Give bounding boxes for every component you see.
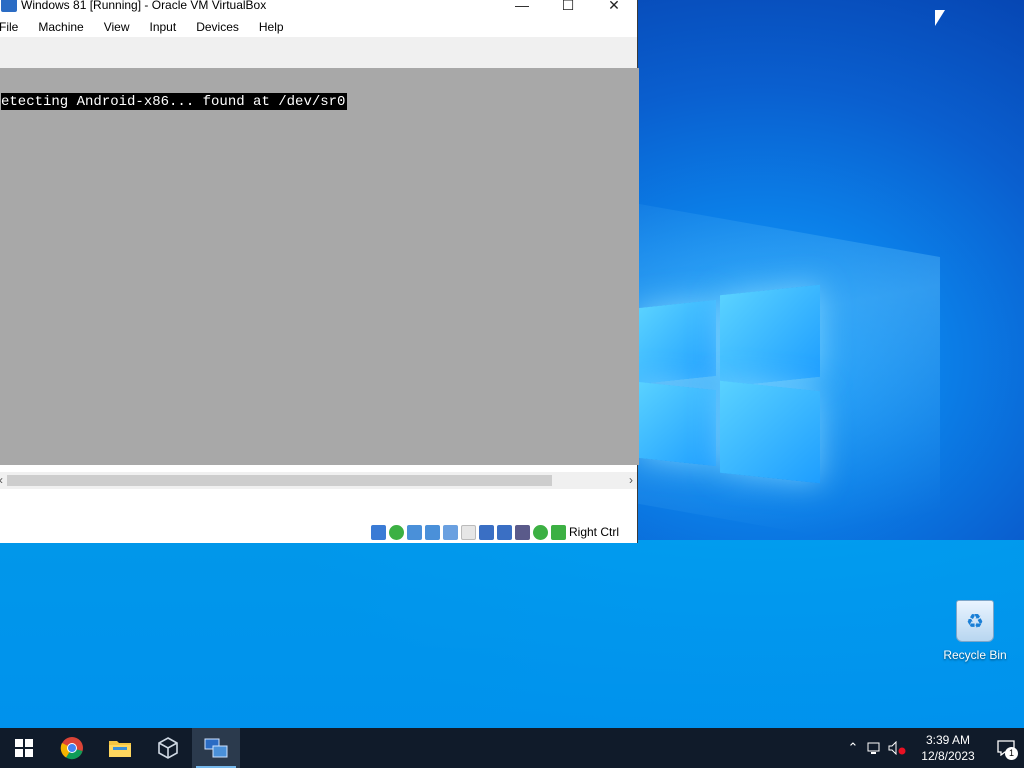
console-text: etecting Android-x86... found at /dev/sr… [1,93,348,110]
mouse-integration-icon[interactable] [532,524,548,540]
menu-bar: File Machine View Input Devices Help [0,17,637,37]
vm-window-icon [204,738,228,758]
menu-file[interactable]: File [0,20,28,34]
cpu-icon[interactable] [514,524,530,540]
scrollbar-thumb[interactable] [7,475,552,486]
scroll-left-icon[interactable]: ‹ [0,472,7,489]
recording-icon[interactable] [496,524,512,540]
horizontal-scrollbar[interactable]: ‹ › [0,472,637,489]
menu-view[interactable]: View [94,20,140,34]
taskbar-file-explorer[interactable] [96,728,144,768]
optical-drive-icon[interactable] [388,524,404,540]
vm-status-bar: Right Ctrl [0,521,637,543]
desktop-lower-glow [0,540,1024,730]
shared-folders-icon[interactable] [460,524,476,540]
notification-count-badge: 1 [1005,747,1018,760]
window-controls: — ☐ ✕ [499,0,637,17]
virtualbox-icon [158,737,178,759]
menu-help[interactable]: Help [249,20,294,34]
clock-date: 12/8/2023 [921,749,975,763]
close-button[interactable]: ✕ [591,0,637,17]
recycle-bin-shortcut[interactable]: ♻ Recycle Bin [940,600,1010,662]
action-center-button[interactable]: 1 [988,728,1024,768]
host-key-label: Right Ctrl [568,525,619,539]
window-titlebar[interactable]: Windows 81 [Running] - Oracle VM Virtual… [0,0,637,17]
hard-disk-icon[interactable] [370,524,386,540]
network-status-icon[interactable] [864,728,886,768]
start-button[interactable] [0,728,48,768]
taskbar-virtualbox[interactable] [144,728,192,768]
virtualbox-app-icon [1,0,17,12]
clock-time: 3:39 AM [925,733,971,747]
system-clock[interactable]: 3:39 AM 12/8/2023 [908,732,988,764]
menu-devices[interactable]: Devices [186,20,249,34]
taskbar-virtualbox-vm[interactable] [192,728,240,768]
system-tray: ⌃ 3:39 AM 12/8/2023 1 [842,728,1024,768]
scroll-right-icon[interactable]: › [625,472,637,489]
menu-machine[interactable]: Machine [28,20,93,34]
window-title: Windows 81 [Running] - Oracle VM Virtual… [21,0,267,12]
recycle-bin-icon: ♻ [956,600,994,642]
recycle-bin-label: Recycle Bin [943,648,1007,662]
folder-icon [109,741,131,757]
windows-logo-wallpaper [632,284,822,484]
display-icon[interactable] [478,524,494,540]
maximize-button[interactable]: ☐ [545,0,591,17]
minimize-button[interactable]: — [499,0,545,17]
usb-icon[interactable] [442,524,458,540]
keyboard-icon[interactable] [550,524,566,540]
chrome-icon [60,737,83,760]
show-hidden-icons-chevron-icon[interactable]: ⌃ [842,728,864,768]
menu-input[interactable]: Input [140,20,187,34]
windows-start-icon [15,739,33,757]
taskbar-chrome[interactable] [48,728,96,768]
toolbar-area [0,37,637,69]
mouse-cursor-icon [935,10,945,26]
vm-display[interactable]: etecting Android-x86... found at /dev/sr… [0,68,639,465]
audio-icon[interactable] [406,524,422,540]
virtualbox-vm-window[interactable]: Windows 81 [Running] - Oracle VM Virtual… [0,0,639,543]
taskbar: ⌃ 3:39 AM 12/8/2023 1 [0,728,1024,768]
network-icon[interactable] [424,524,440,540]
volume-muted-icon[interactable] [886,728,908,768]
